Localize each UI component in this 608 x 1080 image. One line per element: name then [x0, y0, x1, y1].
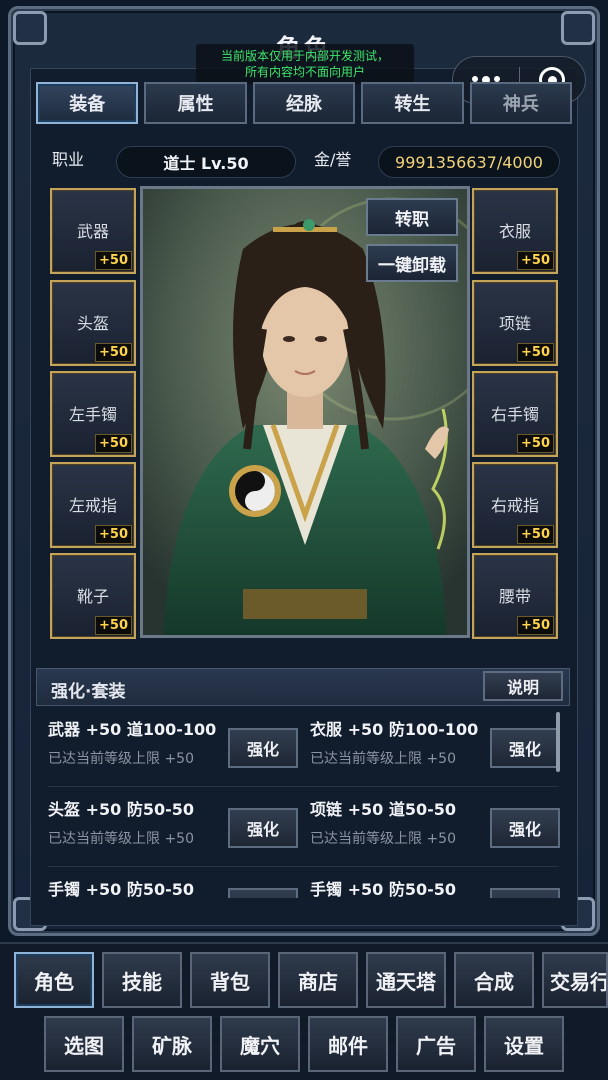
nav-tower[interactable]: 通天塔: [366, 952, 446, 1008]
dev-notice-line: 所有内容均不面向用户: [244, 65, 365, 79]
nav-map-select[interactable]: 选图: [44, 1016, 124, 1072]
enhance-item: 武器 +50 道100-100 已达当前等级上限 +50 强化: [36, 708, 298, 786]
gold-label: 金/誉: [314, 150, 352, 169]
nav-craft[interactable]: 合成: [454, 952, 534, 1008]
nav-character[interactable]: 角色: [14, 952, 94, 1008]
slot-right-ring[interactable]: 右戒指 +50: [472, 462, 558, 548]
slot-belt[interactable]: 腰带 +50: [472, 553, 558, 639]
enhance-button[interactable]: [490, 888, 560, 898]
slot-label: 项链: [498, 314, 531, 333]
enhance-button[interactable]: 强化: [228, 808, 298, 848]
enhance-item-status: 已达当前等级上限 +50: [48, 751, 194, 767]
tab-meridians[interactable]: 经脉: [252, 82, 356, 124]
slot-necklace[interactable]: 项链 +50: [472, 280, 558, 366]
help-button[interactable]: 说明: [483, 671, 563, 701]
enhance-item: 项链 +50 道50-50 已达当前等级上限 +50 强化: [298, 788, 560, 866]
slot-level-badge: +50: [95, 525, 132, 544]
slot-left-ring[interactable]: 左戒指 +50: [50, 462, 136, 548]
tab-bar: 装备 属性 经脉 转生 神兵: [36, 82, 573, 124]
row-divider: [48, 866, 558, 867]
slot-label: 左手镯: [68, 405, 117, 424]
tab-equipment[interactable]: 装备: [36, 82, 139, 124]
slot-right-bracelet[interactable]: 右手镯 +50: [472, 371, 558, 457]
slot-label: 右手镯: [490, 405, 539, 424]
enhance-item: 手镯 +50 防50-50: [298, 868, 560, 898]
slot-level-badge: +50: [517, 616, 554, 635]
enhance-item-title: 手镯 +50 防50-50: [310, 880, 456, 898]
slot-level-badge: +50: [95, 434, 132, 453]
dev-notice-line: 当前版本仅用于内部开发测试，: [220, 49, 389, 63]
enhance-item: 衣服 +50 防100-100 已达当前等级上限 +50 强化: [298, 708, 560, 786]
unequip-all-button[interactable]: 一键卸载: [366, 244, 458, 282]
enhance-item-status: 已达当前等级上限 +50: [310, 751, 456, 767]
enhance-item-title: 手镯 +50 防50-50: [48, 880, 194, 898]
nav-shop[interactable]: 商店: [278, 952, 358, 1008]
slot-level-badge: +50: [95, 616, 132, 635]
job-value: 道士 Lv.50: [116, 146, 296, 178]
enhance-item: 手镯 +50 防50-50: [36, 868, 298, 898]
nav-bag[interactable]: 背包: [190, 952, 270, 1008]
slot-armor[interactable]: 衣服 +50: [472, 188, 558, 274]
job-label: 职业: [52, 150, 85, 169]
enhance-item-title: 武器 +50 道100-100: [48, 720, 217, 739]
slot-level-badge: +50: [517, 251, 554, 270]
slot-label: 腰带: [498, 587, 531, 606]
nav-skills[interactable]: 技能: [102, 952, 182, 1008]
enhance-item-title: 项链 +50 道50-50: [310, 800, 456, 819]
enhance-button[interactable]: [228, 888, 298, 898]
slot-label: 武器: [76, 222, 109, 241]
enhance-list-scrollbar[interactable]: [556, 712, 560, 772]
section-title: 强化·套装: [51, 682, 126, 702]
slot-left-bracelet[interactable]: 左手镯 +50: [50, 371, 136, 457]
gold-value: 9991356637/4000: [378, 146, 560, 178]
slot-level-badge: +50: [517, 343, 554, 362]
enhance-list[interactable]: 武器 +50 道100-100 已达当前等级上限 +50 强化 衣服 +50 防…: [36, 708, 560, 898]
enhance-item-title: 头盔 +50 防50-50: [48, 800, 194, 819]
nav-trading[interactable]: 交易行: [542, 952, 608, 1008]
slot-level-badge: +50: [95, 251, 132, 270]
slot-label: 衣服: [498, 222, 531, 241]
tab-divine-weapon[interactable]: 神兵: [469, 82, 573, 124]
nav-ads[interactable]: 广告: [396, 1016, 476, 1072]
slot-boots[interactable]: 靴子 +50: [50, 553, 136, 639]
slot-helmet[interactable]: 头盔 +50: [50, 280, 136, 366]
nav-settings[interactable]: 设置: [484, 1016, 564, 1072]
row-divider: [48, 786, 558, 787]
enhance-button[interactable]: 强化: [228, 728, 298, 768]
enhance-item-title: 衣服 +50 防100-100: [310, 720, 479, 739]
slot-level-badge: +50: [517, 434, 554, 453]
nav-mail[interactable]: 邮件: [308, 1016, 388, 1072]
enhance-section-header: 强化·套装 说明: [36, 668, 570, 706]
enhance-item: 头盔 +50 防50-50 已达当前等级上限 +50 强化: [36, 788, 298, 866]
tab-rebirth[interactable]: 转生: [361, 82, 464, 124]
slot-label: 靴子: [76, 587, 109, 606]
enhance-button[interactable]: 强化: [490, 728, 560, 768]
dev-notice: 当前版本仅用于内部开发测试， 所有内容均不面向用户: [196, 44, 414, 84]
slot-weapon[interactable]: 武器 +50: [50, 188, 136, 274]
enhance-item-status: 已达当前等级上限 +50: [310, 831, 456, 847]
slot-label: 头盔: [76, 314, 109, 333]
nav-demon-cave[interactable]: 魔穴: [220, 1016, 300, 1072]
slot-label: 右戒指: [490, 496, 539, 515]
slot-label: 左戒指: [68, 496, 117, 515]
nav-mines[interactable]: 矿脉: [132, 1016, 212, 1072]
enhance-button[interactable]: 强化: [490, 808, 560, 848]
slot-level-badge: +50: [517, 525, 554, 544]
change-class-button[interactable]: 转职: [366, 198, 458, 236]
slot-level-badge: +50: [95, 343, 132, 362]
tab-attributes[interactable]: 属性: [144, 82, 247, 124]
enhance-item-status: 已达当前等级上限 +50: [48, 831, 194, 847]
